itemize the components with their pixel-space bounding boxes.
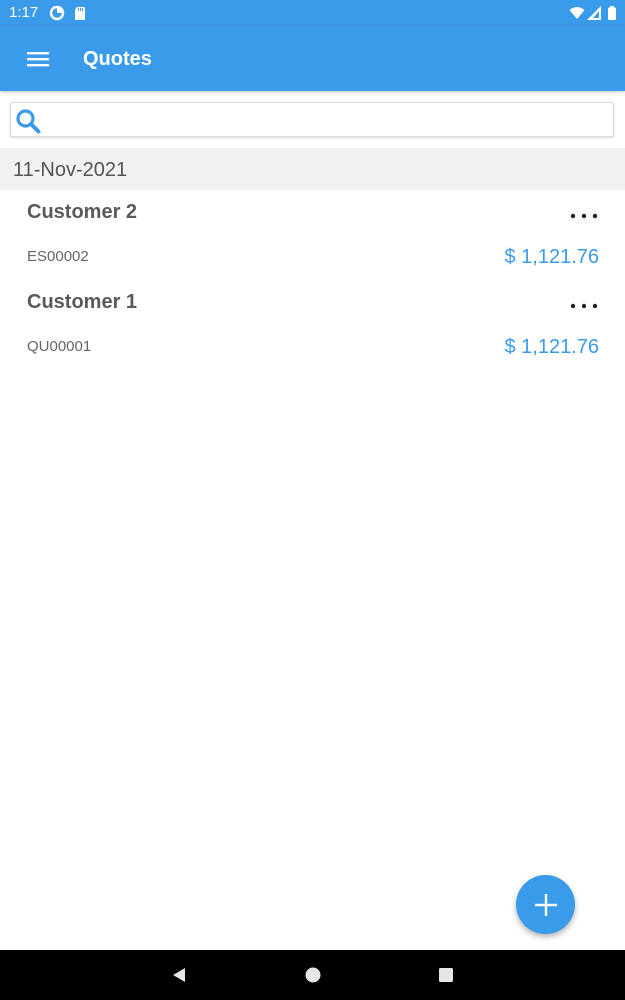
add-quote-button[interactable]: [516, 875, 575, 934]
date-label: 11-Nov-2021: [13, 159, 128, 181]
back-icon: [173, 968, 185, 982]
recents-button[interactable]: [433, 962, 459, 988]
data-saver-icon: [49, 5, 65, 21]
more-options-button[interactable]: [562, 294, 606, 318]
battery-icon: [608, 6, 616, 20]
quote-number: ES00002: [27, 248, 89, 265]
search-input[interactable]: [49, 105, 613, 136]
menu-button[interactable]: [18, 42, 58, 76]
quote-amount: $ 1,121.76: [504, 336, 599, 358]
recents-icon: [439, 968, 453, 982]
status-time: 1:17: [9, 4, 39, 21]
home-icon: [305, 967, 321, 983]
search-icon: [16, 109, 41, 134]
quote-number: QU00001: [27, 338, 92, 355]
quote-list-item[interactable]: Customer 1 QU00001 $ 1,121.76: [0, 280, 625, 370]
quote-list-item[interactable]: Customer 2 ES00002 $ 1,121.76: [0, 190, 625, 280]
hamburger-menu-icon: [27, 52, 49, 67]
more-horizontal-icon: [570, 303, 598, 309]
plus-icon: [534, 893, 557, 916]
back-button[interactable]: [166, 962, 192, 988]
home-button[interactable]: [300, 962, 326, 988]
sd-card-icon: [75, 7, 85, 20]
search-box[interactable]: [10, 102, 614, 137]
customer-name: Customer 2: [27, 201, 138, 223]
page-title: Quotes: [83, 48, 152, 70]
quote-amount: $ 1,121.76: [504, 246, 599, 268]
more-options-button[interactable]: [562, 204, 606, 228]
navigation-bar: [0, 950, 625, 1000]
customer-name: Customer 1: [27, 291, 138, 313]
wifi-icon: [569, 7, 585, 19]
date-group-header: 11-Nov-2021: [0, 148, 625, 190]
more-horizontal-icon: [570, 213, 598, 219]
status-bar: 1:17: [0, 0, 625, 26]
app-bar: Quotes: [0, 26, 625, 91]
cell-signal-icon: [587, 6, 601, 20]
